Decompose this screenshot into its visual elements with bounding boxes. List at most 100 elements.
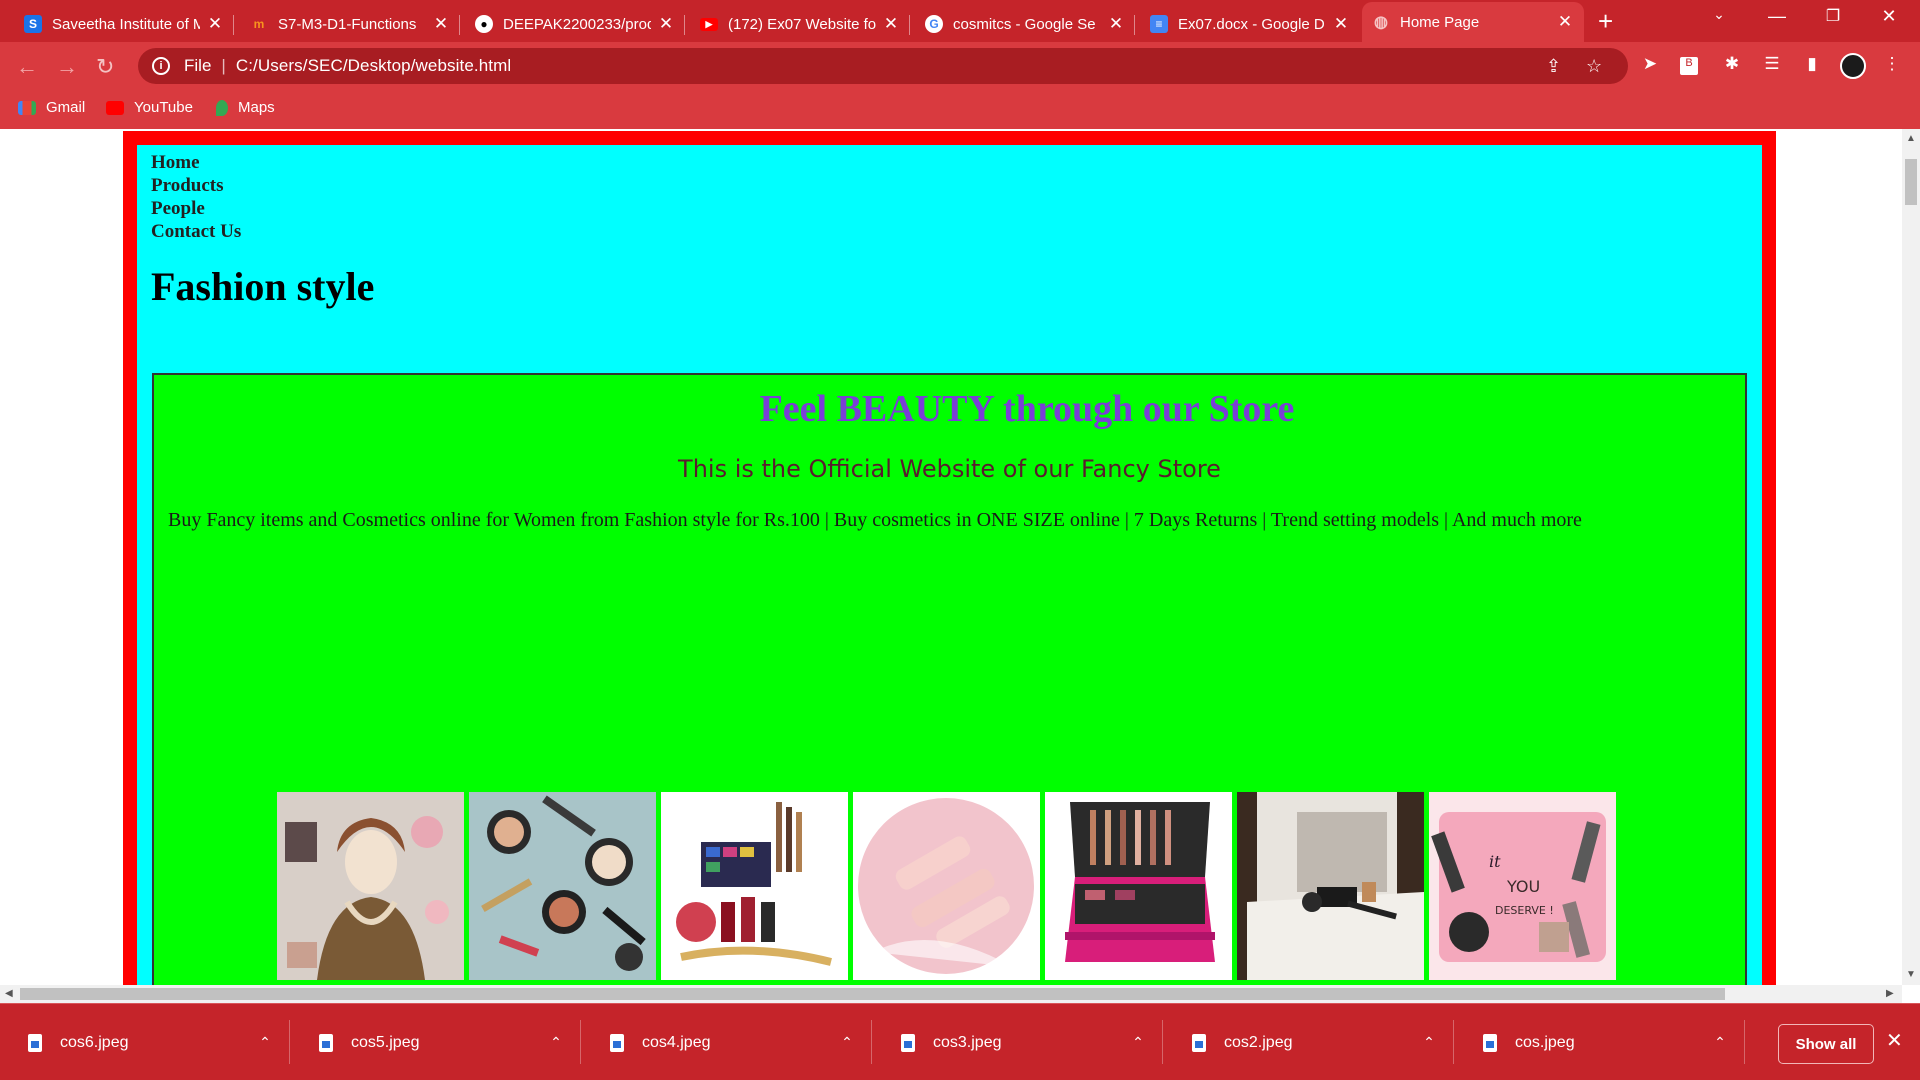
download-item[interactable]: cos4.jpeg ⌃	[582, 1004, 872, 1080]
scroll-right-icon[interactable]: ▶	[1886, 988, 1894, 999]
back-icon[interactable]: ←	[16, 54, 38, 80]
close-icon[interactable]: ✕	[432, 14, 450, 34]
download-item[interactable]: cos5.jpeg ⌃	[291, 1004, 581, 1080]
tab-title: (172) Ex07 Website fo	[728, 15, 876, 33]
tab-title: Home Page	[1400, 13, 1480, 31]
image-file-icon	[319, 1033, 333, 1052]
close-icon[interactable]: ✕	[206, 14, 224, 34]
reading-list-icon[interactable]: ☰	[1760, 54, 1784, 74]
tab-github[interactable]: ● DEEPAK2200233/prod ✕	[465, 6, 685, 42]
profile-avatar[interactable]	[1840, 53, 1866, 79]
download-item[interactable]: cos.jpeg ⌃	[1455, 1004, 1745, 1080]
github-icon: ●	[475, 15, 493, 33]
scroll-left-icon[interactable]: ◀	[5, 988, 13, 999]
tab-title: S7-M3-D1-Functions	[278, 15, 417, 33]
forward-icon[interactable]: →	[56, 54, 78, 80]
chevron-up-icon[interactable]: ⌃	[1414, 1034, 1444, 1051]
minimize-icon[interactable]: —	[1754, 6, 1800, 27]
close-icon[interactable]: ✕	[1556, 12, 1574, 32]
reload-icon[interactable]: ↻	[96, 54, 114, 80]
tab-google-docs[interactable]: ≡ Ex07.docx - Google D ✕	[1140, 6, 1360, 42]
tab-youtube[interactable]: ▶ (172) Ex07 Website fo ✕	[690, 6, 910, 42]
vertical-scrollbar[interactable]: ▲ ▼	[1902, 129, 1920, 985]
image-file-icon	[1192, 1033, 1206, 1052]
globe-icon: ◍	[1374, 14, 1388, 31]
nav-contact-us[interactable]: Contact Us	[151, 220, 241, 243]
tab-home-page[interactable]: ◍ Home Page ✕	[1362, 2, 1584, 42]
download-item[interactable]: cos3.jpeg ⌃	[873, 1004, 1163, 1080]
tab-title: DEEPAK2200233/prod	[503, 15, 651, 33]
cursor-extension-icon[interactable]: ➤	[1638, 54, 1662, 74]
tab-title: Ex07.docx - Google D	[1178, 15, 1325, 33]
close-icon[interactable]: ✕	[657, 14, 675, 34]
youtube-icon	[106, 100, 124, 115]
close-shelf-icon[interactable]: ✕	[1886, 1028, 1903, 1053]
bookmark-star-icon[interactable]: ☆	[1586, 56, 1602, 77]
url-text: C:/Users/SEC/Desktop/website.html	[235, 56, 512, 75]
svg-text:it: it	[1489, 852, 1501, 871]
chevron-up-icon[interactable]: ⌃	[1705, 1034, 1735, 1051]
extensions-puzzle-icon[interactable]: ✱	[1720, 54, 1744, 74]
content-section: Feel BEAUTY through our Store This is th…	[152, 373, 1747, 985]
bookmark-maps[interactable]: Maps	[216, 99, 275, 116]
moodle-icon: m	[253, 17, 265, 31]
site-title: Fashion style	[151, 264, 375, 309]
product-image-flatlay	[469, 792, 656, 980]
vertical-scroll-thumb[interactable]	[1905, 159, 1917, 205]
tab-google-search[interactable]: G cosmitcs - Google Se ✕	[915, 6, 1135, 42]
tab-functions[interactable]: m S7-M3-D1-Functions ✕	[240, 6, 460, 42]
close-icon[interactable]: ✕	[882, 14, 900, 34]
image-file-icon	[1483, 1033, 1497, 1052]
chevron-up-icon[interactable]: ⌃	[541, 1034, 571, 1051]
close-icon[interactable]: ✕	[1332, 14, 1350, 34]
restore-icon[interactable]: ❐	[1810, 6, 1856, 26]
chevron-up-icon[interactable]: ⌃	[250, 1034, 280, 1051]
close-icon[interactable]: ✕	[1107, 14, 1125, 34]
scroll-down-icon[interactable]: ▼	[1906, 969, 1916, 980]
hero-heading: Feel BEAUTY through our Store	[759, 388, 1295, 430]
bookmark-youtube[interactable]: YouTube	[106, 99, 193, 116]
download-filename: cos.jpeg	[1515, 1033, 1575, 1051]
window-close-icon[interactable]: ✕	[1866, 6, 1912, 27]
hero-description: Buy Fancy items and Cosmetics online for…	[168, 509, 1582, 531]
product-image-it-cosmetics: it YOU DESERVE !	[1429, 792, 1616, 980]
download-item[interactable]: cos6.jpeg ⌃	[0, 1004, 290, 1080]
menu-kebab-icon[interactable]: ⋮	[1880, 54, 1904, 74]
download-item[interactable]: cos2.jpeg ⌃	[1164, 1004, 1454, 1080]
downloads-shelf: cos6.jpeg ⌃ cos5.jpeg ⌃ cos4.jpeg ⌃ cos3…	[0, 1003, 1920, 1080]
header-section: Home Products People Contact Us Fashion …	[137, 145, 1762, 985]
bookmark-gmail[interactable]: Gmail	[18, 99, 85, 116]
address-bar[interactable]: i File | C:/Users/SEC/Desktop/website.ht…	[138, 48, 1628, 84]
nav-products[interactable]: Products	[151, 174, 241, 197]
docs-icon: ≡	[1150, 15, 1168, 33]
product-image-vanity	[1237, 792, 1424, 980]
show-all-button[interactable]: Show all	[1778, 1024, 1874, 1064]
maps-icon	[216, 99, 228, 116]
bookmark-label: YouTube	[134, 99, 193, 116]
info-icon[interactable]: i	[152, 57, 170, 75]
horizontal-scrollbar[interactable]: ◀ ▶	[0, 985, 1902, 1003]
nav-home[interactable]: Home	[151, 151, 241, 174]
side-panel-icon[interactable]: ▮	[1800, 54, 1824, 74]
download-filename: cos4.jpeg	[642, 1033, 711, 1051]
tab-saveetha[interactable]: S Saveetha Institute of M ✕	[14, 6, 234, 42]
hero-subheading: This is the Official Website of our Fanc…	[678, 455, 1221, 483]
download-filename: cos3.jpeg	[933, 1033, 1002, 1051]
scroll-up-icon[interactable]: ▲	[1906, 133, 1916, 144]
s-icon: S	[24, 15, 42, 33]
svg-text:DESERVE !: DESERVE !	[1495, 904, 1554, 917]
image-file-icon	[901, 1033, 915, 1052]
b-extension-icon[interactable]: B	[1680, 57, 1698, 75]
chevron-up-icon[interactable]: ⌃	[1123, 1034, 1153, 1051]
horizontal-scroll-thumb[interactable]	[20, 988, 1725, 1000]
gmail-icon	[18, 100, 36, 115]
browser-toolbar: ← → ↻ i File | C:/Users/SEC/Desktop/webs…	[0, 42, 1920, 90]
tab-search-icon[interactable]: ⌄	[1696, 6, 1742, 23]
chevron-up-icon[interactable]: ⌃	[832, 1034, 862, 1051]
page-viewport: Home Products People Contact Us Fashion …	[0, 129, 1902, 985]
new-tab-icon[interactable]: +	[1598, 8, 1613, 34]
address-separator: |	[221, 56, 226, 75]
share-icon[interactable]: ⇪	[1546, 56, 1561, 77]
product-image-makeup-kit	[661, 792, 848, 980]
nav-people[interactable]: People	[151, 197, 241, 220]
